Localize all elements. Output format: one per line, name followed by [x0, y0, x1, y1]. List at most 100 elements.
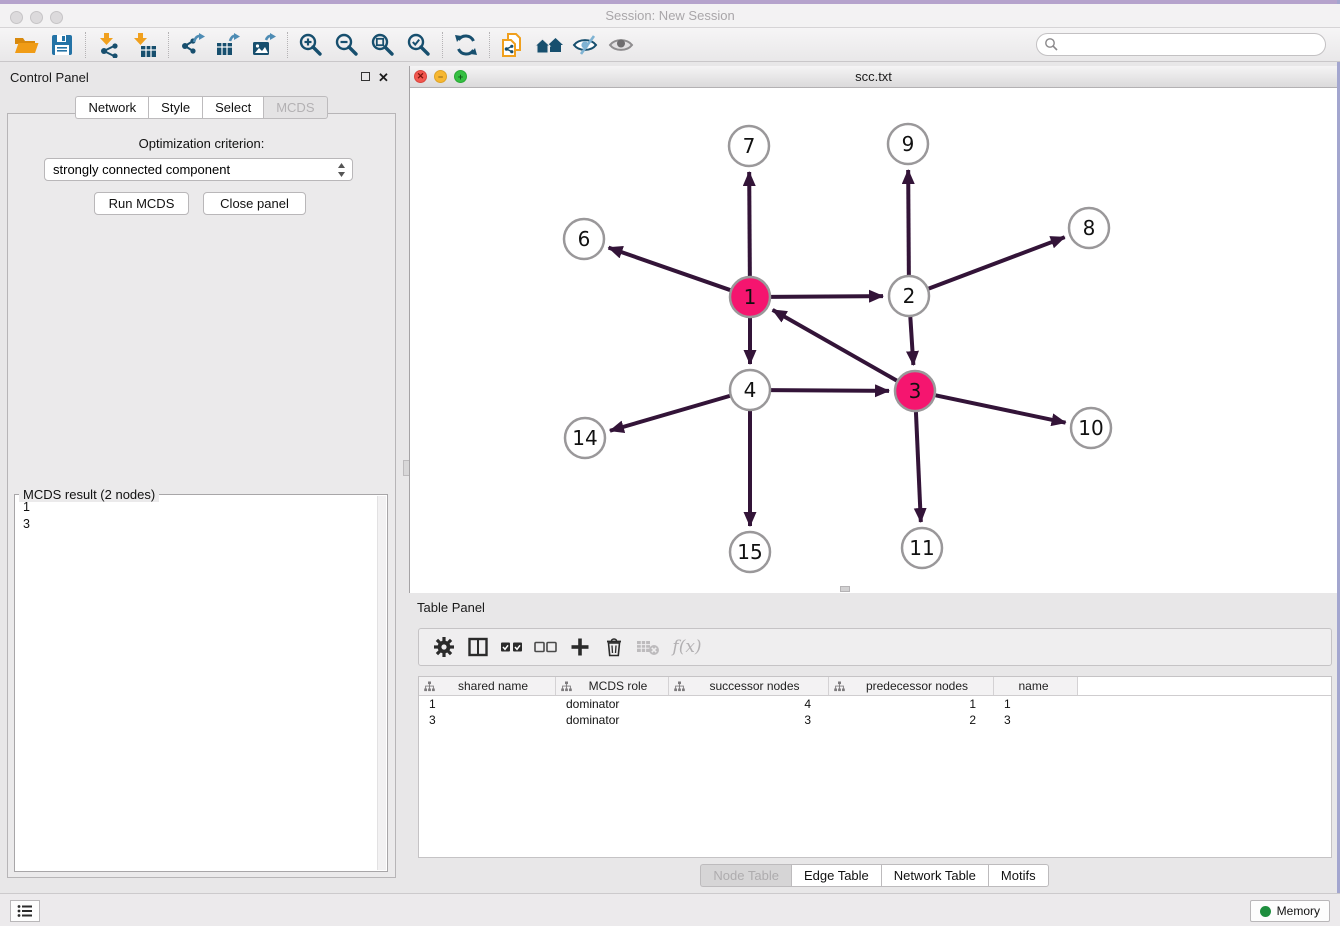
graph-edge-3-11[interactable]	[916, 412, 921, 522]
mcds-result-text: 1 3	[17, 499, 375, 869]
graph-edge-2-3[interactable]	[910, 317, 913, 365]
unselect-all-columns-button[interactable]	[529, 632, 563, 662]
graph-edge-3-10[interactable]	[936, 395, 1066, 422]
select-all-columns-button[interactable]	[495, 632, 529, 662]
column-header-successor-nodes[interactable]: successor nodes	[669, 677, 829, 695]
graph-edge-2-8[interactable]	[929, 237, 1065, 288]
column-header-mcds-role[interactable]: MCDS role	[556, 677, 669, 695]
delete-table-icon	[636, 638, 660, 656]
network-scrollbar-handle[interactable]	[840, 586, 850, 592]
export-table-button[interactable]	[210, 31, 246, 59]
graph-node-9[interactable]: 9	[888, 124, 928, 164]
graph-node-3[interactable]: 3	[895, 371, 935, 411]
save-floppy-icon	[49, 32, 75, 58]
graph-node-2[interactable]: 2	[889, 276, 929, 316]
table-cell: 3	[669, 713, 829, 727]
toolbar-separator	[489, 32, 490, 58]
import-table-button[interactable]	[127, 31, 163, 59]
column-header-name[interactable]: name	[994, 677, 1078, 695]
show-column-panel-button[interactable]	[461, 632, 495, 662]
graph-edge-4-3[interactable]	[771, 390, 889, 391]
table-row[interactable]: 3dominator323	[419, 712, 1331, 728]
zoom-out-button[interactable]	[329, 31, 365, 59]
tab-node-table[interactable]: Node Table	[700, 864, 791, 887]
zoom-fit-button[interactable]	[365, 31, 401, 59]
column-header-shared-name[interactable]: shared name	[419, 677, 556, 695]
column-header-predecessor-nodes[interactable]: predecessor nodes	[829, 677, 994, 695]
window-minimize-button[interactable]	[30, 11, 43, 24]
graph-node-7[interactable]: 7	[729, 126, 769, 166]
home-view-button[interactable]	[531, 31, 567, 59]
table-row[interactable]: 1dominator411	[419, 696, 1331, 712]
graph-edge-4-14[interactable]	[610, 396, 730, 431]
zoom-in-icon	[298, 32, 324, 58]
graph-node-1[interactable]: 1	[730, 277, 770, 317]
close-panel-button[interactable]: Close panel	[203, 192, 306, 215]
export-image-icon	[251, 32, 277, 58]
network-minimize-button[interactable]: −	[434, 70, 447, 83]
tab-motifs[interactable]: Motifs	[988, 864, 1049, 887]
graph-edge-1-6[interactable]	[609, 248, 731, 290]
show-panel-button[interactable]	[603, 31, 639, 59]
zoom-selected-button[interactable]	[401, 31, 437, 59]
close-panel-icon[interactable]: ✕	[378, 72, 389, 83]
network-view-window: ✕ − + scc.txt 7 9 6 8 1 2 4 3 14 10 15 11	[409, 66, 1337, 593]
column-label: shared name	[435, 679, 555, 693]
node-label: 6	[578, 227, 591, 251]
gear-icon	[434, 637, 454, 657]
function-builder-button[interactable]: f(x)	[665, 632, 709, 662]
table-settings-button[interactable]	[427, 632, 461, 662]
task-history-button[interactable]	[10, 900, 40, 922]
save-session-button[interactable]	[44, 31, 80, 59]
export-image-button[interactable]	[246, 31, 282, 59]
result-scrollbar[interactable]	[377, 496, 386, 870]
table-toolbar: f(x)	[418, 628, 1332, 666]
table-panel: Table Panel ✕ f(x) shared nameMCDS roles…	[409, 595, 1340, 893]
graph-edge-2-9[interactable]	[908, 170, 909, 275]
hide-panel-button[interactable]	[567, 31, 603, 59]
window-close-button[interactable]	[10, 11, 23, 24]
window-zoom-button[interactable]	[50, 11, 63, 24]
graph-node-6[interactable]: 6	[564, 219, 604, 259]
network-close-button[interactable]: ✕	[414, 70, 427, 83]
run-mcds-button[interactable]: Run MCDS	[94, 192, 189, 215]
tab-network[interactable]: Network	[75, 96, 148, 119]
graph-edge-1-7[interactable]	[749, 172, 750, 276]
graph-edge-3-1[interactable]	[773, 310, 897, 381]
optimization-criterion-select[interactable]: strongly connected component	[44, 158, 353, 181]
export-network-button[interactable]	[174, 31, 210, 59]
duplicate-network-button[interactable]	[495, 31, 531, 59]
mcds-result-box: MCDS result (2 nodes) 1 3	[14, 494, 388, 872]
graph-edge-1-2[interactable]	[771, 296, 883, 297]
tab-style[interactable]: Style	[148, 96, 202, 119]
graph-node-11[interactable]: 11	[902, 528, 942, 568]
node-label: 14	[572, 426, 597, 450]
table-cell: dominator	[556, 697, 669, 711]
graph-node-8[interactable]: 8	[1069, 208, 1109, 248]
table-cell: 3	[419, 713, 556, 727]
open-session-button[interactable]	[8, 31, 44, 59]
zoom-in-button[interactable]	[293, 31, 329, 59]
delete-column-button[interactable]	[597, 632, 631, 662]
tab-select[interactable]: Select	[202, 96, 263, 119]
import-network-button[interactable]	[91, 31, 127, 59]
tab-network-table[interactable]: Network Table	[881, 864, 988, 887]
graph-node-10[interactable]: 10	[1071, 408, 1111, 448]
memory-button[interactable]: Memory	[1250, 900, 1330, 922]
create-column-button[interactable]	[563, 632, 597, 662]
graph-node-14[interactable]: 14	[565, 418, 605, 458]
tab-edge-table[interactable]: Edge Table	[791, 864, 881, 887]
tab-mcds[interactable]: MCDS	[263, 96, 327, 119]
network-graph-canvas[interactable]: 7 9 6 8 1 2 4 3 14 10 15 11	[410, 88, 1338, 593]
flow-icon	[674, 681, 685, 692]
graph-node-4[interactable]: 4	[730, 370, 770, 410]
network-window-titlebar[interactable]: ✕ − + scc.txt	[410, 66, 1337, 88]
refresh-layout-button[interactable]	[448, 31, 484, 59]
node-label: 9	[902, 132, 915, 156]
graph-node-15[interactable]: 15	[730, 532, 770, 572]
delete-table-button[interactable]	[631, 632, 665, 662]
float-panel-button[interactable]	[361, 72, 370, 81]
search-input[interactable]	[1059, 35, 1325, 54]
network-zoom-button[interactable]: +	[454, 70, 467, 83]
node-label: 11	[909, 536, 934, 560]
